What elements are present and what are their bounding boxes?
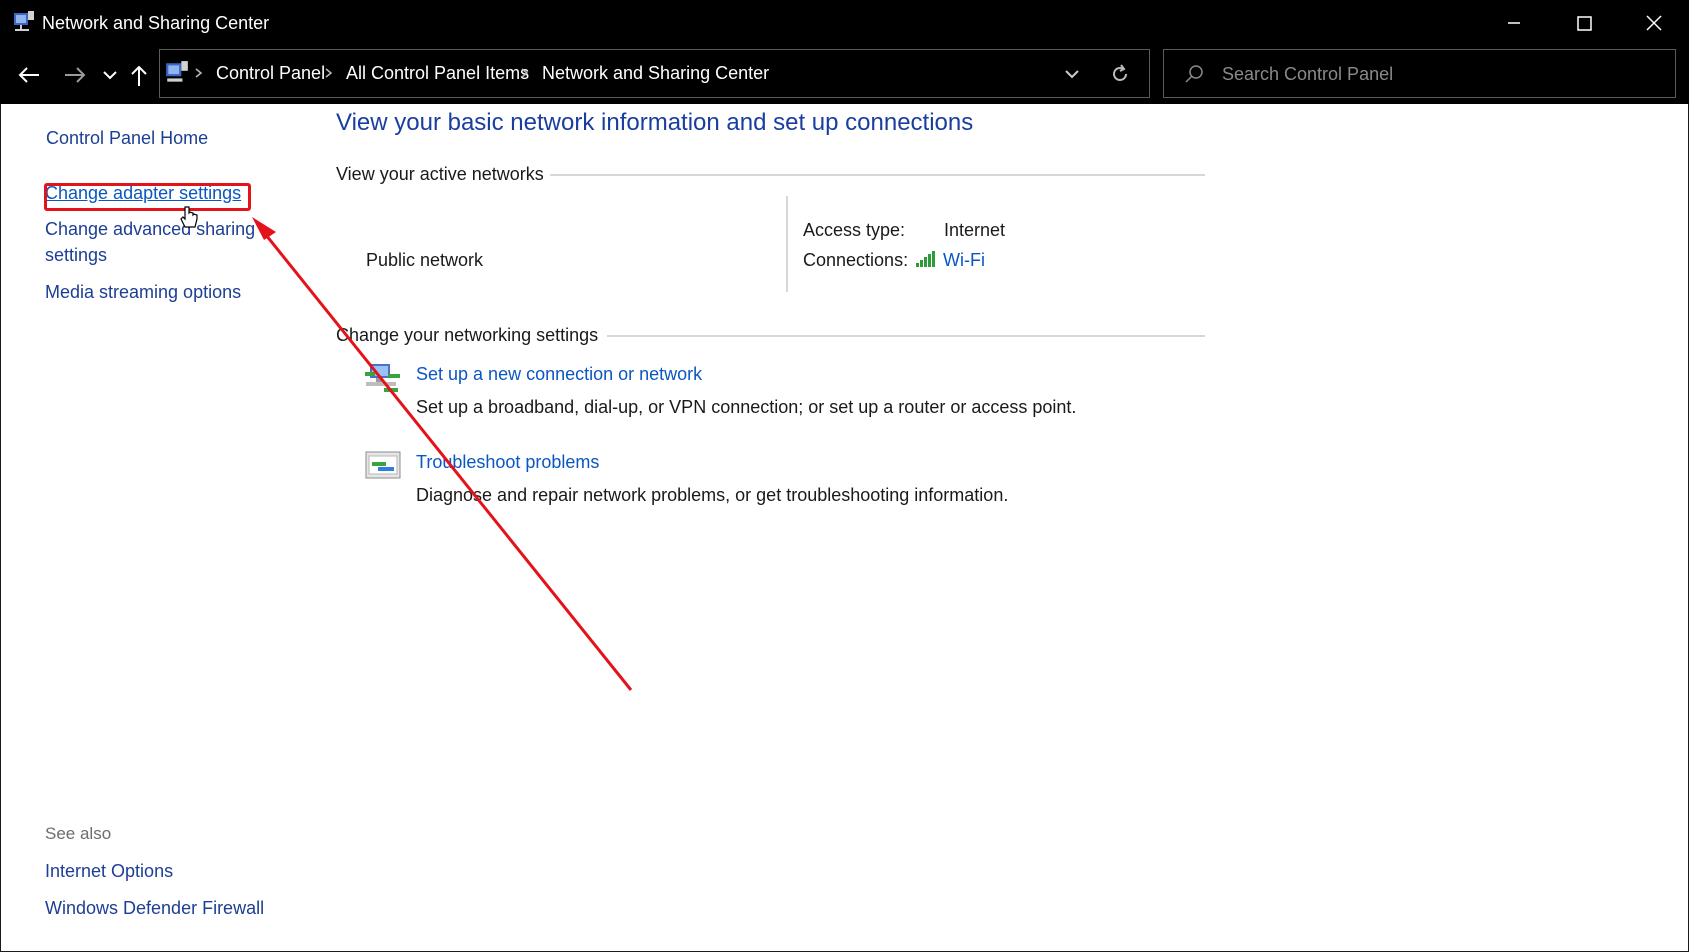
breadcrumb-network-center[interactable]: Network and Sharing Center bbox=[542, 63, 769, 84]
maximize-icon bbox=[1577, 16, 1592, 31]
navigation-bar: Control Panel All Control Panel Items Ne… bbox=[0, 46, 1689, 104]
network-name: Public network bbox=[366, 250, 484, 270]
setup-connection-link[interactable]: Set up a new connection or network bbox=[416, 364, 702, 385]
window-title: Network and Sharing Center bbox=[42, 13, 270, 33]
wifi-signal-icon bbox=[916, 251, 935, 267]
internet-options-link[interactable]: Internet Options bbox=[45, 861, 173, 882]
back-arrow-icon bbox=[18, 67, 39, 83]
minimize-icon bbox=[1508, 22, 1520, 24]
breadcrumb-control-panel[interactable]: Control Panel bbox=[216, 63, 325, 84]
see-also-heading: See also bbox=[45, 824, 112, 843]
chevron-right-icon bbox=[195, 68, 203, 78]
minimize-button[interactable] bbox=[1479, 0, 1549, 46]
back-button[interactable] bbox=[14, 60, 44, 90]
access-type-value: Internet bbox=[944, 220, 1006, 240]
address-box[interactable]: Control Panel All Control Panel Items Ne… bbox=[159, 49, 1150, 98]
troubleshoot-description: Diagnose and repair network problems, or… bbox=[416, 485, 1009, 505]
change-settings-label: Change your networking settings bbox=[336, 325, 599, 345]
breadcrumb-all-items[interactable]: All Control Panel Items bbox=[346, 63, 529, 84]
divider bbox=[607, 335, 1205, 337]
network-app-icon bbox=[14, 11, 34, 31]
vertical-divider bbox=[786, 196, 788, 292]
connections-label: Connections: bbox=[803, 250, 909, 270]
address-dropdown-icon[interactable] bbox=[1062, 64, 1082, 84]
troubleshoot-problems-link[interactable]: Troubleshoot problems bbox=[416, 452, 599, 473]
change-advanced-sharing-link-line2[interactable]: settings bbox=[45, 245, 107, 266]
divider bbox=[550, 174, 1205, 176]
forward-arrow-icon bbox=[65, 67, 86, 83]
chevron-right-icon bbox=[325, 68, 333, 78]
media-streaming-options-link[interactable]: Media streaming options bbox=[45, 282, 241, 303]
active-networks-label: View your active networks bbox=[336, 164, 544, 184]
wifi-connection-link[interactable]: Wi-Fi bbox=[943, 250, 985, 271]
chevron-down-icon bbox=[103, 71, 117, 80]
maximize-button[interactable] bbox=[1549, 0, 1619, 46]
new-connection-icon bbox=[365, 364, 400, 392]
chevron-right-icon bbox=[521, 68, 529, 78]
refresh-icon[interactable] bbox=[1108, 62, 1132, 86]
access-type-label: Access type: bbox=[803, 220, 906, 240]
control-panel-icon bbox=[166, 61, 188, 82]
search-input[interactable]: Search Control Panel bbox=[1222, 64, 1393, 85]
troubleshoot-icon bbox=[365, 451, 401, 479]
close-button[interactable] bbox=[1619, 0, 1689, 46]
setup-connection-description: Set up a broadband, dial-up, or VPN conn… bbox=[416, 397, 1077, 417]
forward-button[interactable] bbox=[60, 60, 90, 90]
close-icon bbox=[1646, 15, 1662, 31]
change-advanced-sharing-link[interactable]: Change advanced sharing bbox=[45, 219, 255, 240]
search-icon bbox=[1185, 65, 1203, 83]
recent-locations-button[interactable] bbox=[96, 60, 126, 90]
annotation-highlight-box bbox=[44, 183, 251, 211]
up-button[interactable] bbox=[124, 60, 154, 90]
title-bar: Network and Sharing Center bbox=[0, 0, 1689, 46]
control-panel-home-link[interactable]: Control Panel Home bbox=[46, 128, 208, 149]
search-box[interactable]: Search Control Panel bbox=[1163, 49, 1676, 98]
up-arrow-icon bbox=[131, 65, 147, 86]
page-title: View your basic network information and … bbox=[336, 109, 974, 136]
windows-defender-firewall-link[interactable]: Windows Defender Firewall bbox=[45, 898, 264, 919]
